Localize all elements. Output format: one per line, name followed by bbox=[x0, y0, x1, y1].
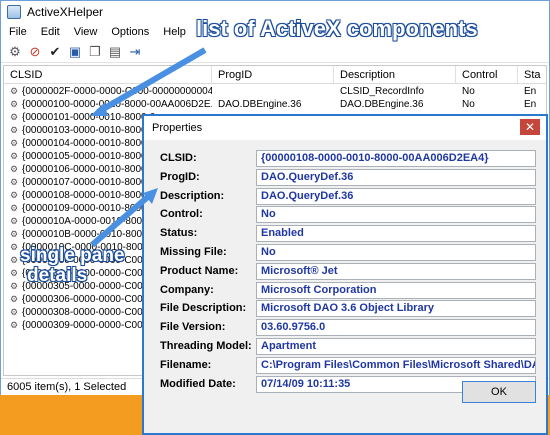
property-label: Filename: bbox=[160, 358, 212, 371]
cell-clsid: {0000002F-0000-0000-C000-000000000046} bbox=[22, 86, 212, 97]
ok-button[interactable]: OK bbox=[462, 381, 536, 403]
menu-file[interactable]: File bbox=[9, 26, 27, 38]
component-icon: ⚙ bbox=[10, 307, 19, 317]
column-header-status[interactable]: Sta bbox=[518, 66, 546, 84]
annotation-list-label: list of ActiveX components bbox=[196, 16, 478, 41]
component-icon: ⚙ bbox=[10, 294, 19, 304]
component-icon: ⚙ bbox=[10, 281, 19, 291]
property-row: Description: DAO.QueryDef.36 bbox=[144, 187, 546, 205]
component-icon: ⚙ bbox=[10, 320, 19, 330]
property-value[interactable]: DAO.QueryDef.36 bbox=[256, 168, 536, 186]
annotation-details-line2: details bbox=[27, 265, 88, 286]
menu-help[interactable]: Help bbox=[163, 26, 186, 38]
table-row[interactable]: ⚙ {0000002F-0000-0000-C000-000000000046} C… bbox=[4, 85, 546, 98]
cell-progid: DAO.DBEngine.36 bbox=[218, 99, 302, 110]
property-label: CLSID: bbox=[160, 152, 197, 164]
stop-icon[interactable]: ⊘ bbox=[27, 44, 43, 60]
cell-description: CLSID_RecordInfo bbox=[340, 86, 424, 97]
column-header-description[interactable]: Description bbox=[334, 66, 456, 84]
component-icon: ⚙ bbox=[10, 268, 19, 278]
component-icon: ⚙ bbox=[10, 190, 19, 200]
property-label: Product Name: bbox=[160, 264, 239, 277]
component-icon: ⚙ bbox=[10, 151, 19, 161]
component-icon: ⚙ bbox=[10, 164, 19, 174]
property-row: CLSID: {00000108-0000-0010-8000-00AA006D2… bbox=[144, 150, 546, 167]
component-icon: ⚙ bbox=[10, 112, 19, 122]
property-value[interactable]: No bbox=[256, 206, 536, 224]
property-value[interactable]: Enabled bbox=[256, 225, 536, 243]
app-icon bbox=[7, 5, 21, 19]
cell-status: En bbox=[524, 99, 537, 110]
properties-dialog: Properties ✕ CLSID: {00000108-0000-0010-8… bbox=[142, 114, 548, 435]
property-label: File Description: bbox=[160, 302, 247, 315]
property-value[interactable]: Microsoft DAO 3.6 Object Library bbox=[256, 300, 536, 318]
list-header: CLSID ProgID Description Control Sta bbox=[4, 66, 546, 84]
property-label: File Version: bbox=[160, 321, 226, 334]
property-row: Filename: C:\Program Files\Common Files\M… bbox=[144, 356, 546, 374]
cell-status: En bbox=[524, 86, 537, 97]
menu-view[interactable]: View bbox=[74, 26, 98, 38]
component-icon: ⚙ bbox=[10, 99, 19, 109]
component-icon: ⚙ bbox=[10, 86, 19, 96]
property-row: Missing File: No bbox=[144, 244, 546, 261]
component-icon: ⚙ bbox=[10, 255, 19, 265]
gears-icon[interactable]: ⚙ bbox=[7, 44, 23, 60]
property-label: Missing File: bbox=[160, 246, 227, 258]
property-value[interactable]: C:\Program Files\Common Files\Microsoft … bbox=[256, 356, 536, 374]
property-value[interactable]: Microsoft® Jet bbox=[256, 262, 536, 280]
property-row: File Description: Microsoft DAO 3.6 Objec… bbox=[144, 300, 546, 318]
menu-edit[interactable]: Edit bbox=[41, 26, 60, 38]
component-icon: ⚙ bbox=[10, 203, 19, 213]
cell-control: No bbox=[462, 99, 475, 110]
toolbar: ⚙ ⊘ ✔ ▣ ❐ ▤ ⇥ bbox=[1, 41, 549, 63]
annotation-details-line1: single pane bbox=[20, 245, 125, 266]
column-header-control[interactable]: Control bbox=[456, 66, 518, 84]
property-label: Description: bbox=[160, 189, 225, 202]
property-label: Modified Date: bbox=[160, 377, 236, 390]
property-row: Product Name: Microsoft® Jet bbox=[144, 262, 546, 280]
property-row: ProgID: DAO.QueryDef.36 bbox=[144, 168, 546, 186]
component-icon: ⚙ bbox=[10, 216, 19, 226]
property-row: File Version: 03.60.9756.0 bbox=[144, 319, 546, 337]
property-label: Control: bbox=[160, 208, 203, 221]
exit-icon[interactable]: ⇥ bbox=[127, 44, 143, 60]
menu-options[interactable]: Options bbox=[111, 26, 149, 38]
component-icon: ⚙ bbox=[10, 242, 19, 252]
property-label: Company: bbox=[160, 283, 214, 296]
property-row: Company: Microsoft Corporation bbox=[144, 281, 546, 299]
property-value[interactable]: Microsoft Corporation bbox=[256, 281, 536, 299]
property-row: Threading Model: Apartment bbox=[144, 338, 546, 355]
property-value[interactable]: DAO.QueryDef.36 bbox=[256, 187, 536, 205]
properties-icon[interactable]: ▤ bbox=[107, 44, 123, 60]
cell-control: No bbox=[462, 86, 475, 97]
save-icon[interactable]: ▣ bbox=[67, 44, 83, 60]
component-icon: ⚙ bbox=[10, 125, 19, 135]
cell-description: DAO.DBEngine.36 bbox=[340, 99, 424, 110]
column-header-clsid[interactable]: CLSID bbox=[4, 66, 212, 84]
property-row: Control: No bbox=[144, 206, 546, 224]
property-label: Threading Model: bbox=[160, 340, 252, 352]
check-icon[interactable]: ✔ bbox=[47, 44, 63, 60]
property-value[interactable]: Apartment bbox=[256, 338, 536, 355]
property-label: ProgID: bbox=[160, 170, 200, 183]
property-value[interactable]: 03.60.9756.0 bbox=[256, 319, 536, 337]
window-title: ActiveXHelper bbox=[27, 5, 104, 19]
cell-clsid: {00000100-0000-0010-8000-00AA006D2E... bbox=[22, 99, 212, 110]
dialog-title: Properties bbox=[144, 116, 546, 140]
property-label: Status: bbox=[160, 227, 198, 240]
component-icon: ⚙ bbox=[10, 138, 19, 148]
close-icon[interactable]: ✕ bbox=[520, 119, 540, 135]
component-icon: ⚙ bbox=[10, 229, 19, 239]
copy-icon[interactable]: ❐ bbox=[87, 44, 103, 60]
component-icon: ⚙ bbox=[10, 177, 19, 187]
property-value[interactable]: No bbox=[256, 244, 536, 261]
property-value[interactable]: {00000108-0000-0010-8000-00AA006D2EA4} bbox=[256, 150, 536, 167]
table-row[interactable]: ⚙ {00000100-0000-0010-8000-00AA006D2E... D… bbox=[4, 98, 546, 111]
property-row: Status: Enabled bbox=[144, 225, 546, 243]
column-header-progid[interactable]: ProgID bbox=[212, 66, 334, 84]
